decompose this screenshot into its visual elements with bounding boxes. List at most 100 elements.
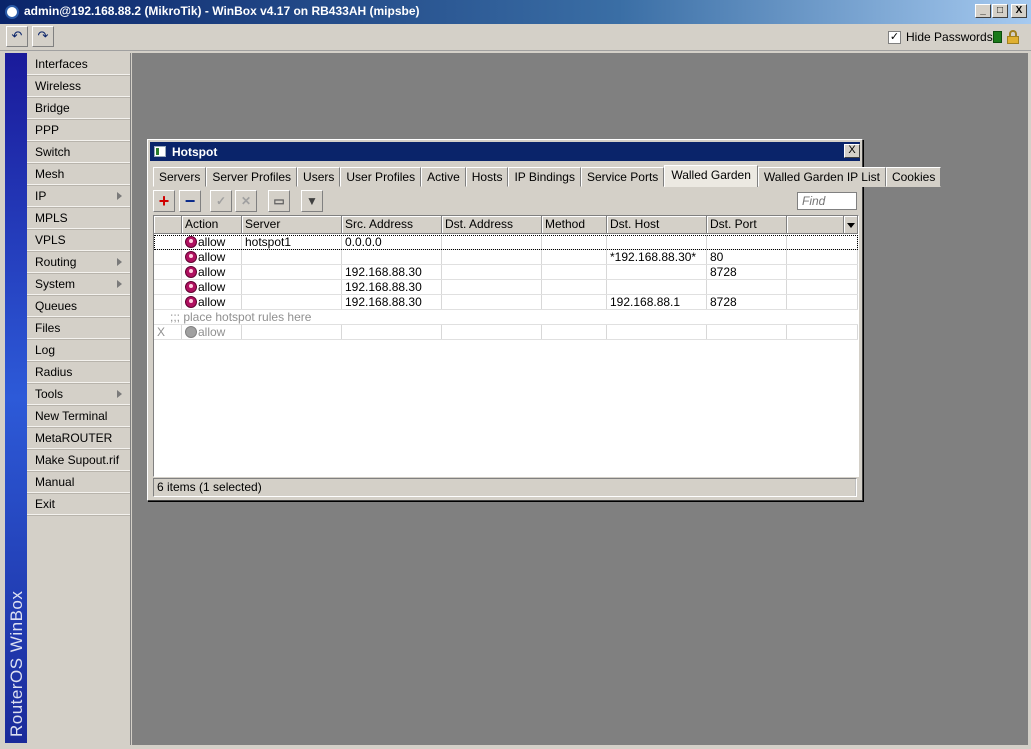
sidebar-item-files[interactable]: Files — [27, 317, 130, 339]
cell-host: 192.168.88.1 — [607, 295, 707, 309]
submenu-arrow-icon — [117, 258, 122, 266]
sidebar-item-metarouter[interactable]: MetaROUTER — [27, 427, 130, 449]
table-row-disabled[interactable]: Xallow — [154, 325, 858, 340]
tab-user-profiles[interactable]: User Profiles — [340, 167, 422, 187]
remove-button[interactable]: − — [179, 190, 201, 212]
enable-button[interactable]: ✓ — [210, 190, 232, 212]
table-row[interactable]: allow 192.168.88.30 — [154, 280, 858, 295]
find-input[interactable] — [797, 192, 857, 210]
cell-server — [242, 325, 342, 339]
cell-action: allow — [182, 295, 242, 309]
cell-filler — [787, 250, 858, 264]
cell-action-text: allow — [198, 295, 226, 309]
hotspot-close-button[interactable]: X — [844, 144, 860, 158]
sidebar-item-new-terminal[interactable]: New Terminal — [27, 405, 130, 427]
sidebar-item-label: Wireless — [35, 79, 82, 93]
column-header-method[interactable]: Method — [542, 216, 607, 234]
sidebar-item-label: System — [35, 277, 76, 291]
allow-icon — [185, 296, 197, 308]
tab-ip-bindings[interactable]: IP Bindings — [508, 167, 581, 187]
disable-button[interactable]: ✕ — [235, 190, 257, 212]
sidebar-item-wireless[interactable]: Wireless — [27, 75, 130, 97]
maximize-button[interactable]: □ — [992, 4, 1008, 18]
sidebar-item-ppp[interactable]: PPP — [27, 119, 130, 141]
comment-button[interactable]: ▭ — [268, 190, 290, 212]
sidebar-item-switch[interactable]: Switch — [27, 141, 130, 163]
sidebar-item-system[interactable]: System — [27, 273, 130, 295]
tab-service-ports[interactable]: Service Ports — [580, 167, 665, 187]
sidebar-item-mpls[interactable]: MPLS — [27, 207, 130, 229]
sidebar-item-log[interactable]: Log — [27, 339, 130, 361]
tab-servers[interactable]: Servers — [153, 167, 207, 187]
column-header-dst-host[interactable]: Dst. Host — [607, 216, 707, 234]
cell-action-text: allow — [198, 325, 226, 339]
column-header-flag[interactable] — [154, 216, 182, 234]
hide-passwords-control[interactable]: ✓ Hide Passwords — [888, 30, 993, 44]
table-row[interactable]: allow 192.168.88.30 8728 — [154, 265, 858, 280]
cell-method — [542, 295, 607, 309]
cell-filler — [787, 235, 858, 249]
allow-icon — [185, 251, 197, 263]
filter-button[interactable]: ▼ — [301, 190, 323, 212]
sidebar-item-label: New Terminal — [35, 409, 108, 423]
main-toolbar: ↶ ↷ ✓ Hide Passwords — [0, 24, 1031, 51]
sidebar-item-label: Log — [35, 343, 56, 357]
cell-port — [707, 235, 787, 249]
tab-users[interactable]: Users — [297, 167, 341, 187]
sidebar-item-interfaces[interactable]: Interfaces — [27, 53, 130, 75]
close-button[interactable]: X — [1011, 4, 1027, 18]
column-header-action[interactable]: Action — [182, 216, 242, 234]
cell-action: allow — [182, 235, 242, 249]
cell-action: allow — [182, 280, 242, 294]
sidebar-item-queues[interactable]: Queues — [27, 295, 130, 317]
window-title: admin@192.168.88.2 (MikroTik) - WinBox v… — [24, 4, 420, 18]
sidebar-item-label: VPLS — [35, 233, 66, 247]
sidebar-item-manual[interactable]: Manual — [27, 471, 130, 493]
table-row[interactable]: allow *192.168.88.30* 80 — [154, 250, 858, 265]
hotspot-title: Hotspot — [172, 145, 218, 159]
cell-flag — [154, 295, 182, 309]
cell-flag — [154, 235, 182, 249]
column-header-server[interactable]: Server — [242, 216, 342, 234]
columns-dropdown-icon[interactable] — [844, 216, 858, 234]
hotspot-tabs: Servers Server Profiles Users User Profiles… — [153, 165, 942, 187]
cell-server — [242, 295, 342, 309]
sidebar-item-routing[interactable]: Routing — [27, 251, 130, 273]
title-bar: admin@192.168.88.2 (MikroTik) - WinBox v… — [0, 0, 1031, 24]
sidebar-item-label: Switch — [35, 145, 71, 159]
table-header: Action Server Src. Address Dst. Address Meth… — [154, 216, 858, 234]
sidebar-item-exit[interactable]: Exit — [27, 493, 130, 515]
sidebar-item-mesh[interactable]: Mesh — [27, 163, 130, 185]
sidebar-item-tools[interactable]: Tools — [27, 383, 130, 405]
sidebar-item-make-supout-rif[interactable]: Make Supout.rif — [27, 449, 130, 471]
status-text: 6 items (1 selected) — [157, 479, 856, 496]
tab-walled-garden-ip-list[interactable]: Walled Garden IP List — [757, 167, 886, 187]
add-button[interactable]: + — [153, 190, 175, 212]
tab-active[interactable]: Active — [421, 167, 466, 187]
tab-cookies[interactable]: Cookies — [885, 167, 942, 187]
undo-button[interactable]: ↶ — [6, 26, 28, 47]
tab-server-profiles[interactable]: Server Profiles — [206, 167, 298, 187]
table-row[interactable]: allow 192.168.88.30 192.168.88.1 8728 — [154, 295, 858, 310]
tab-hosts[interactable]: Hosts — [465, 167, 509, 187]
status-bar: 6 items (1 selected) — [153, 478, 857, 497]
hotspot-title-bar[interactable]: Hotspot X — [150, 142, 860, 161]
redo-button[interactable]: ↷ — [32, 26, 54, 47]
cell-method — [542, 235, 607, 249]
table-row[interactable]: allow hotspot1 0.0.0.0 — [154, 235, 858, 250]
sidebar-item-radius[interactable]: Radius — [27, 361, 130, 383]
hide-passwords-checkbox[interactable]: ✓ — [888, 30, 901, 44]
cell-server: hotspot1 — [242, 235, 342, 249]
winbox-app-icon — [5, 5, 19, 19]
column-header-dst-port[interactable]: Dst. Port — [707, 216, 787, 234]
sidebar-item-ip[interactable]: IP — [27, 185, 130, 207]
cell-host — [607, 265, 707, 279]
minimize-button[interactable]: _ — [975, 4, 991, 18]
sidebar-item-vpls[interactable]: VPLS — [27, 229, 130, 251]
sidebar-item-bridge[interactable]: Bridge — [27, 97, 130, 119]
column-header-dst-address[interactable]: Dst. Address — [442, 216, 542, 234]
tab-walled-garden[interactable]: Walled Garden — [664, 165, 758, 187]
column-header-src-address[interactable]: Src. Address — [342, 216, 442, 234]
cell-dst — [442, 250, 542, 264]
cell-host — [607, 280, 707, 294]
